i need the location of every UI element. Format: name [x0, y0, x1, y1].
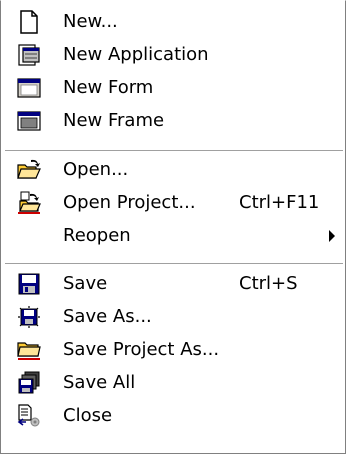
menu-item-save[interactable]: Save Ctrl+S: [1, 267, 345, 300]
menu-item-shortcut: Ctrl+F11: [239, 192, 320, 213]
save-project-as-icon: [17, 338, 41, 362]
menu-item-open[interactable]: Open...: [1, 153, 345, 186]
menu-item-new-form[interactable]: New Form: [1, 71, 345, 104]
file-menu: New... New Application New Form New Fram…: [0, 0, 346, 454]
menu-item-label: Save All: [63, 372, 136, 393]
save-all-icon: [17, 371, 41, 395]
menu-item-new-application[interactable]: New Application: [1, 38, 345, 71]
menu-item-reopen[interactable]: Reopen: [1, 219, 345, 252]
menu-separator: [5, 263, 343, 265]
menu-item-label: New...: [63, 11, 118, 32]
menu-item-label: New Frame: [63, 110, 165, 131]
menu-item-label: Save: [63, 273, 108, 294]
new-application-icon: [17, 43, 41, 67]
close-document-icon: [17, 404, 41, 428]
menu-item-label: Save As...: [63, 306, 152, 327]
menu-item-shortcut: Ctrl+S: [239, 273, 298, 294]
menu-item-label: Close: [63, 405, 113, 426]
menu-item-save-as[interactable]: Save As...: [1, 300, 345, 333]
menu-item-save-project-as[interactable]: Save Project As...: [1, 333, 345, 366]
new-form-icon: [17, 76, 41, 100]
menu-item-label: New Application: [63, 44, 209, 65]
menu-item-new-frame[interactable]: New Frame: [1, 104, 345, 137]
menu-item-label: New Form: [63, 77, 154, 98]
menu-item-label: Open...: [63, 159, 129, 180]
menu-item-close[interactable]: Close: [1, 399, 345, 432]
menu-item-new[interactable]: New...: [1, 5, 345, 38]
open-folder-icon: [17, 158, 41, 182]
menu-item-open-project[interactable]: Open Project... Ctrl+F11: [1, 186, 345, 219]
menu-item-label: Reopen: [63, 225, 131, 246]
save-disk-icon: [17, 272, 41, 296]
open-project-icon: [17, 191, 41, 215]
new-frame-icon: [17, 109, 41, 133]
new-document-icon: [17, 10, 41, 34]
save-as-icon: [17, 305, 41, 329]
submenu-arrow-icon: [329, 230, 335, 242]
menu-separator: [5, 150, 343, 152]
menu-item-save-all[interactable]: Save All: [1, 366, 345, 399]
menu-item-label: Open Project...: [63, 192, 196, 213]
menu-item-label: Save Project As...: [63, 339, 220, 360]
